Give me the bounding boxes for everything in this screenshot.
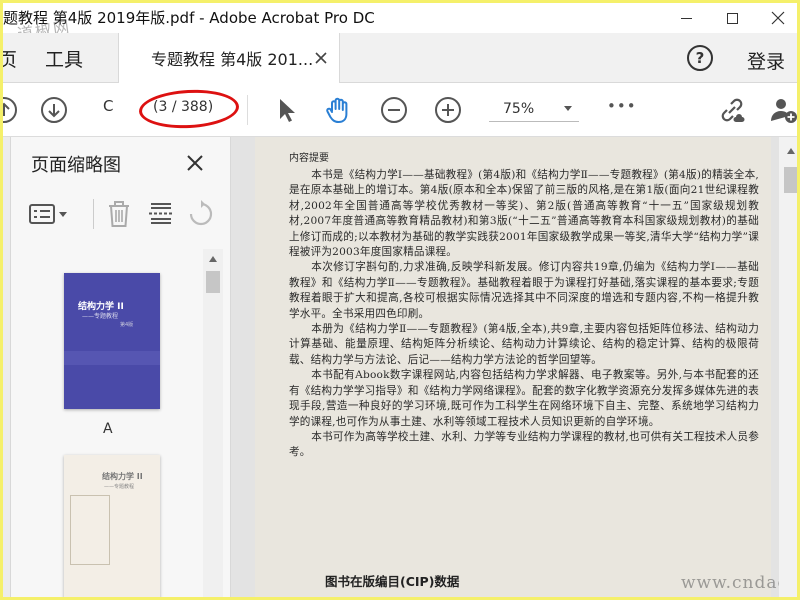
thumbnail-cover-title: 结构力学 II: [102, 472, 143, 481]
toolbar: C (3 / 388) 75% •••: [0, 83, 799, 137]
tab-home[interactable]: 页: [3, 45, 17, 72]
page-thumbnail[interactable]: 结构力学 II ——专题教程: [64, 455, 160, 597]
tab-document-label: 专题教程 第4版 201...: [151, 50, 314, 69]
zoom-select[interactable]: 75%: [489, 96, 579, 122]
tab-bar: 页 工具 专题教程 第4版 201... ? 登录: [3, 33, 797, 83]
page-thumbnail[interactable]: 结构力学 II ——专题教程 第4版: [64, 273, 160, 409]
doc-paragraph: 本书可作为高等学校土建、水利、力学等专业结构力学课程的教材,也可供有关工程技术人…: [289, 430, 759, 459]
maximize-button[interactable]: [709, 3, 755, 33]
document-scroll-thumb[interactable]: [784, 167, 797, 193]
panel-edge: [3, 137, 11, 597]
tab-tools[interactable]: 工具: [45, 45, 83, 72]
thumbnail-cover-edition: 第4版: [120, 322, 134, 328]
toolbar-divider: [247, 95, 248, 125]
doc-paragraph: 本册为《结构力学Ⅱ——专题教程》(第4版,全本),共9章,主要内容包括矩阵位移法…: [289, 323, 759, 366]
thumbnail-illustration: [70, 495, 110, 565]
panel-title: 页面缩略图: [31, 155, 121, 176]
help-button[interactable]: ?: [687, 45, 713, 71]
panel-scroll-thumb[interactable]: [206, 271, 220, 293]
chevron-down-icon: [564, 106, 572, 111]
close-icon: [771, 11, 785, 25]
tab-close-icon[interactable]: [313, 50, 329, 66]
thumbnails-panel: 页面缩略图 结构力学 II ——专题教程 第4版 A 结构力学 II ——专题教…: [3, 137, 231, 597]
document-scrollbar[interactable]: [779, 137, 797, 597]
more-tools-button[interactable]: •••: [607, 97, 637, 115]
title-bar: 题教程 第4版 2019年版.pdf - Adobe Acrobat Pro D…: [3, 3, 797, 44]
rotate-page-icon[interactable]: [187, 199, 215, 229]
next-page-icon[interactable]: [39, 95, 69, 125]
minimize-button[interactable]: [663, 3, 709, 33]
hand-tool-icon[interactable]: [323, 95, 353, 125]
prev-page-icon[interactable]: [0, 95, 19, 125]
select-tool-icon[interactable]: [271, 95, 301, 125]
extract-page-icon[interactable]: [147, 199, 175, 229]
close-window-button[interactable]: [755, 3, 797, 33]
page-number-input[interactable]: C: [103, 97, 123, 121]
thumbnail-list: 结构力学 II ——专题教程 第4版 A 结构力学 II ——专题教程: [11, 249, 203, 597]
zoom-value: 75%: [503, 101, 535, 117]
zoom-in-icon[interactable]: [433, 95, 463, 125]
thumbnail-cover-band: [64, 351, 160, 365]
thumbnail-options-icon[interactable]: [29, 199, 73, 229]
annotation-oval: [138, 87, 240, 131]
thumbnail-cover-subtitle: ——专题教程: [82, 313, 119, 320]
cip-heading: 图书在版编目(CIP)数据: [325, 574, 460, 589]
doc-paragraph: 本书是《结构力学Ⅰ——基础教程》(第4版)和《结构力学Ⅱ——专题教程》(第4版)…: [289, 169, 759, 259]
doc-paragraph: 本次修订字斟句酌,力求准确,反映学科新发展。修订内容共19章,仍编为《结构力学Ⅰ…: [289, 261, 759, 320]
tab-document[interactable]: 专题教程 第4版 201...: [118, 33, 340, 83]
panel-close-icon[interactable]: [185, 153, 205, 173]
maximize-icon: [726, 12, 738, 24]
zoom-out-icon[interactable]: [379, 95, 409, 125]
pdf-page: 内容提要 本书是《结构力学Ⅰ——基础教程》(第4版)和《结构力学Ⅱ——专题教程》…: [255, 137, 797, 597]
share-link-icon[interactable]: [717, 95, 747, 125]
login-button[interactable]: 登录: [747, 47, 785, 74]
panel-scrollbar[interactable]: [203, 249, 223, 597]
scroll-up-icon[interactable]: [786, 147, 796, 155]
app-window: 题教程 第4版 2019年版.pdf - Adobe Acrobat Pro D…: [0, 0, 800, 600]
doc-heading: 内容提要: [289, 153, 329, 164]
panel-tools-divider: [93, 199, 94, 229]
doc-paragraph: 本书配有Abook数字课程网站,内容包括结构力学求解器、电子教案等。另外,与本书…: [289, 369, 759, 428]
minimize-icon: [680, 17, 692, 19]
document-viewer: 内容提要 本书是《结构力学Ⅰ——基础教程》(第4版)和《结构力学Ⅱ——专题教程》…: [231, 137, 797, 597]
scroll-up-icon[interactable]: [208, 255, 218, 263]
delete-page-icon[interactable]: [105, 199, 133, 229]
thumbnail-cover-subtitle: ——专题教程: [104, 484, 135, 490]
add-user-icon[interactable]: [769, 95, 799, 125]
thumbnail-label: A: [103, 421, 113, 437]
